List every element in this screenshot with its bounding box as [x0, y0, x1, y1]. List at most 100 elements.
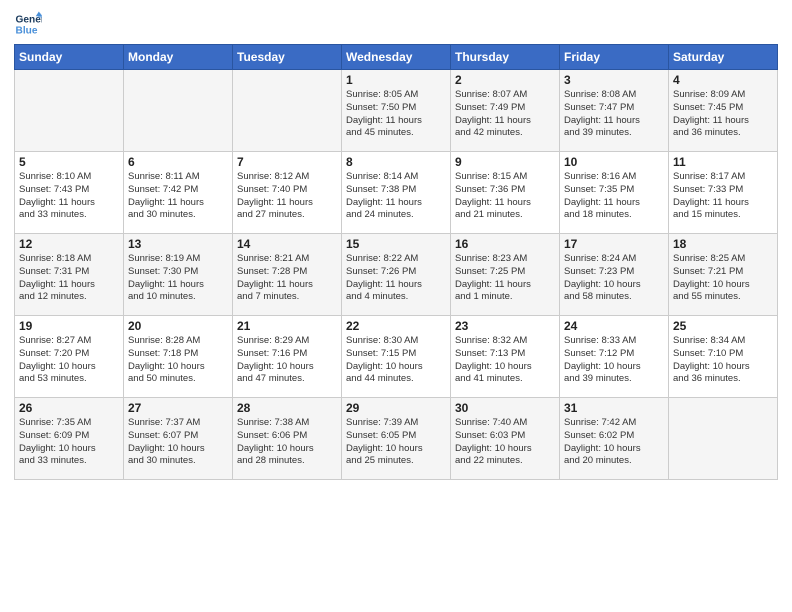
- calendar-cell: 10 Sunrise: 8:16 AM Sunset: 7:35 PM Dayli…: [560, 152, 669, 234]
- calendar-week-row: 26 Sunrise: 7:35 AM Sunset: 6:09 PM Dayli…: [15, 398, 778, 480]
- day-info: Sunrise: 8:14 AM Sunset: 7:38 PM Dayligh…: [346, 171, 446, 222]
- day-number: 22: [346, 319, 446, 333]
- day-info: Sunrise: 8:12 AM Sunset: 7:40 PM Dayligh…: [237, 171, 337, 222]
- calendar-cell: 17 Sunrise: 8:24 AM Sunset: 7:23 PM Dayli…: [560, 234, 669, 316]
- weekday-header: Sunday: [15, 45, 124, 70]
- calendar-cell: 25Sunrise: 8:34 AM Sunset: 7:10 PM Dayli…: [669, 316, 778, 398]
- day-info: Sunrise: 8:11 AM Sunset: 7:42 PM Dayligh…: [128, 171, 228, 222]
- calendar-week-row: 5Sunrise: 8:10 AM Sunset: 7:43 PM Daylig…: [15, 152, 778, 234]
- day-number: 2: [455, 73, 555, 87]
- calendar-cell: 13 Sunrise: 8:19 AM Sunset: 7:30 PM Dayli…: [124, 234, 233, 316]
- calendar-cell: 14 Sunrise: 8:21 AM Sunset: 7:28 PM Dayli…: [233, 234, 342, 316]
- day-number: 8: [346, 155, 446, 169]
- day-info: Sunrise: 8:09 AM Sunset: 7:45 PM Dayligh…: [673, 89, 773, 140]
- weekday-header: Monday: [124, 45, 233, 70]
- day-number: 24: [564, 319, 664, 333]
- day-number: 14: [237, 237, 337, 251]
- day-info: Sunrise: 8:19 AM Sunset: 7:30 PM Dayligh…: [128, 253, 228, 304]
- calendar-week-row: 19 Sunrise: 8:27 AM Sunset: 7:20 PM Dayli…: [15, 316, 778, 398]
- weekday-header: Thursday: [451, 45, 560, 70]
- calendar-cell: [15, 70, 124, 152]
- day-info: Sunrise: 7:35 AM Sunset: 6:09 PM Dayligh…: [19, 417, 119, 468]
- day-number: 10: [564, 155, 664, 169]
- weekday-header: Saturday: [669, 45, 778, 70]
- weekday-header: Friday: [560, 45, 669, 70]
- weekday-header: Wednesday: [342, 45, 451, 70]
- day-number: 15: [346, 237, 446, 251]
- day-number: 29: [346, 401, 446, 415]
- calendar-cell: 5Sunrise: 8:10 AM Sunset: 7:43 PM Daylig…: [15, 152, 124, 234]
- calendar-cell: 15Sunrise: 8:22 AM Sunset: 7:26 PM Dayli…: [342, 234, 451, 316]
- calendar-cell: 11Sunrise: 8:17 AM Sunset: 7:33 PM Dayli…: [669, 152, 778, 234]
- calendar-cell: 1 Sunrise: 8:05 AM Sunset: 7:50 PM Daylig…: [342, 70, 451, 152]
- calendar-cell: 20Sunrise: 8:28 AM Sunset: 7:18 PM Dayli…: [124, 316, 233, 398]
- day-info: Sunrise: 8:23 AM Sunset: 7:25 PM Dayligh…: [455, 253, 555, 304]
- day-info: Sunrise: 8:24 AM Sunset: 7:23 PM Dayligh…: [564, 253, 664, 304]
- day-number: 30: [455, 401, 555, 415]
- day-info: Sunrise: 8:10 AM Sunset: 7:43 PM Dayligh…: [19, 171, 119, 222]
- day-number: 17: [564, 237, 664, 251]
- calendar-week-row: 12 Sunrise: 8:18 AM Sunset: 7:31 PM Dayli…: [15, 234, 778, 316]
- day-number: 3: [564, 73, 664, 87]
- calendar-cell: 24 Sunrise: 8:33 AM Sunset: 7:12 PM Dayli…: [560, 316, 669, 398]
- day-number: 16: [455, 237, 555, 251]
- day-number: 25: [673, 319, 773, 333]
- calendar-cell: 12 Sunrise: 8:18 AM Sunset: 7:31 PM Dayli…: [15, 234, 124, 316]
- day-number: 28: [237, 401, 337, 415]
- calendar-cell: 16 Sunrise: 8:23 AM Sunset: 7:25 PM Dayli…: [451, 234, 560, 316]
- day-info: Sunrise: 8:28 AM Sunset: 7:18 PM Dayligh…: [128, 335, 228, 386]
- calendar-cell: 9 Sunrise: 8:15 AM Sunset: 7:36 PM Daylig…: [451, 152, 560, 234]
- calendar-cell: 30 Sunrise: 7:40 AM Sunset: 6:03 PM Dayli…: [451, 398, 560, 480]
- calendar-cell: 28 Sunrise: 7:38 AM Sunset: 6:06 PM Dayli…: [233, 398, 342, 480]
- day-info: Sunrise: 8:16 AM Sunset: 7:35 PM Dayligh…: [564, 171, 664, 222]
- calendar-cell: 19 Sunrise: 8:27 AM Sunset: 7:20 PM Dayli…: [15, 316, 124, 398]
- calendar: SundayMondayTuesdayWednesdayThursdayFrid…: [14, 44, 778, 480]
- svg-text:Blue: Blue: [16, 25, 38, 36]
- calendar-cell: 22Sunrise: 8:30 AM Sunset: 7:15 PM Dayli…: [342, 316, 451, 398]
- day-number: 7: [237, 155, 337, 169]
- day-info: Sunrise: 7:42 AM Sunset: 6:02 PM Dayligh…: [564, 417, 664, 468]
- day-number: 21: [237, 319, 337, 333]
- day-info: Sunrise: 8:29 AM Sunset: 7:16 PM Dayligh…: [237, 335, 337, 386]
- day-number: 12: [19, 237, 119, 251]
- day-info: Sunrise: 8:21 AM Sunset: 7:28 PM Dayligh…: [237, 253, 337, 304]
- day-number: 1: [346, 73, 446, 87]
- day-info: Sunrise: 8:15 AM Sunset: 7:36 PM Dayligh…: [455, 171, 555, 222]
- calendar-cell: 2 Sunrise: 8:07 AM Sunset: 7:49 PM Daylig…: [451, 70, 560, 152]
- day-info: Sunrise: 8:08 AM Sunset: 7:47 PM Dayligh…: [564, 89, 664, 140]
- calendar-week-row: 1 Sunrise: 8:05 AM Sunset: 7:50 PM Daylig…: [15, 70, 778, 152]
- day-number: 18: [673, 237, 773, 251]
- calendar-cell: 6 Sunrise: 8:11 AM Sunset: 7:42 PM Daylig…: [124, 152, 233, 234]
- logo-icon: General Blue: [14, 10, 42, 38]
- calendar-cell: [124, 70, 233, 152]
- header: General Blue: [14, 10, 778, 38]
- weekday-header: Tuesday: [233, 45, 342, 70]
- calendar-header-row: SundayMondayTuesdayWednesdayThursdayFrid…: [15, 45, 778, 70]
- day-info: Sunrise: 8:32 AM Sunset: 7:13 PM Dayligh…: [455, 335, 555, 386]
- logo: General Blue: [14, 10, 44, 38]
- day-number: 13: [128, 237, 228, 251]
- calendar-cell: 23Sunrise: 8:32 AM Sunset: 7:13 PM Dayli…: [451, 316, 560, 398]
- day-info: Sunrise: 8:17 AM Sunset: 7:33 PM Dayligh…: [673, 171, 773, 222]
- day-info: Sunrise: 7:39 AM Sunset: 6:05 PM Dayligh…: [346, 417, 446, 468]
- calendar-cell: [669, 398, 778, 480]
- calendar-cell: 26 Sunrise: 7:35 AM Sunset: 6:09 PM Dayli…: [15, 398, 124, 480]
- day-number: 19: [19, 319, 119, 333]
- calendar-cell: 29 Sunrise: 7:39 AM Sunset: 6:05 PM Dayli…: [342, 398, 451, 480]
- calendar-cell: 27Sunrise: 7:37 AM Sunset: 6:07 PM Dayli…: [124, 398, 233, 480]
- day-number: 26: [19, 401, 119, 415]
- day-info: Sunrise: 8:18 AM Sunset: 7:31 PM Dayligh…: [19, 253, 119, 304]
- day-info: Sunrise: 8:05 AM Sunset: 7:50 PM Dayligh…: [346, 89, 446, 140]
- page: General Blue SundayMondayTuesdayWednesda…: [0, 0, 792, 612]
- day-number: 6: [128, 155, 228, 169]
- calendar-cell: 4 Sunrise: 8:09 AM Sunset: 7:45 PM Daylig…: [669, 70, 778, 152]
- day-number: 9: [455, 155, 555, 169]
- day-info: Sunrise: 7:40 AM Sunset: 6:03 PM Dayligh…: [455, 417, 555, 468]
- calendar-cell: 18Sunrise: 8:25 AM Sunset: 7:21 PM Dayli…: [669, 234, 778, 316]
- day-info: Sunrise: 8:07 AM Sunset: 7:49 PM Dayligh…: [455, 89, 555, 140]
- day-number: 4: [673, 73, 773, 87]
- day-info: Sunrise: 8:27 AM Sunset: 7:20 PM Dayligh…: [19, 335, 119, 386]
- day-number: 31: [564, 401, 664, 415]
- day-info: Sunrise: 7:38 AM Sunset: 6:06 PM Dayligh…: [237, 417, 337, 468]
- day-info: Sunrise: 8:33 AM Sunset: 7:12 PM Dayligh…: [564, 335, 664, 386]
